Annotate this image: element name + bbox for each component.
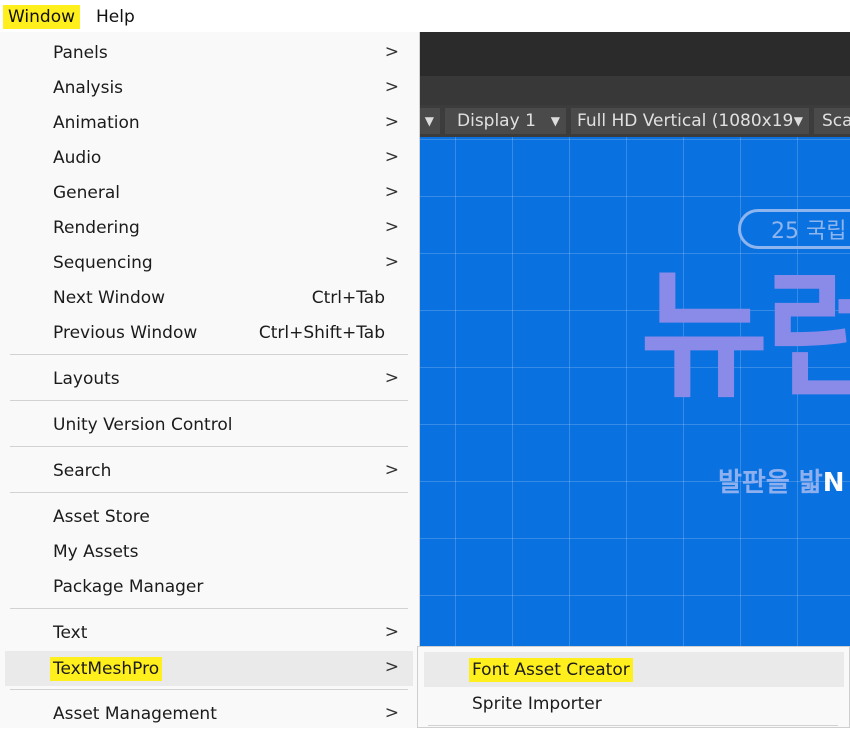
menu-separator xyxy=(10,608,408,609)
menu-separator xyxy=(10,354,408,355)
resolution-label: Full HD Vertical (1080x19 xyxy=(577,111,794,131)
menu-item-analysis[interactable]: Analysis > xyxy=(5,71,413,106)
menu-item-previous-window[interactable]: Previous Window Ctrl+Shift+Tab xyxy=(5,316,413,351)
menu-item-label: Package Manager xyxy=(53,577,204,597)
chevron-right-icon: > xyxy=(384,42,399,62)
submenu-item-sprite-importer[interactable]: Sprite Importer xyxy=(424,687,844,722)
chevron-right-icon: > xyxy=(384,182,399,202)
menu-separator xyxy=(10,400,408,401)
menu-separator xyxy=(428,725,838,726)
menu-item-label: Unity Version Control xyxy=(53,415,233,435)
menu-separator xyxy=(10,446,408,447)
display-dropdown[interactable]: Display 1 ▼ xyxy=(445,108,566,134)
game-badge: 25 국립 xyxy=(738,209,850,249)
menu-item-label: Layouts xyxy=(53,369,120,389)
menu-item-rendering[interactable]: Rendering > xyxy=(5,211,413,246)
game-headline: 뉴런 xyxy=(640,255,850,418)
menu-item-textmeshpro[interactable]: TextMeshPro > xyxy=(5,651,413,686)
menu-item-next-window[interactable]: Next Window Ctrl+Tab xyxy=(5,281,413,316)
chevron-right-icon: > xyxy=(384,77,399,97)
submenu-item-label: Font Asset Creator xyxy=(469,658,633,682)
chevron-right-icon: > xyxy=(384,112,399,132)
menu-item-asset-management[interactable]: Asset Management > xyxy=(5,697,413,732)
menu-item-label: TextMeshPro xyxy=(50,657,163,681)
editor-area: ▼ Display 1 ▼ Full HD Vertical (1080x19 … xyxy=(418,32,850,728)
menu-item-label: Animation xyxy=(53,113,140,133)
menu-item-shortcut: Ctrl+Shift+Tab xyxy=(258,323,385,343)
menu-item-layouts[interactable]: Layouts > xyxy=(5,362,413,397)
game-subline-accent: N xyxy=(822,468,845,498)
chevron-right-icon: > xyxy=(384,703,399,723)
menu-item-label: My Assets xyxy=(53,542,139,562)
textmeshpro-submenu: Font Asset Creator Sprite Importer xyxy=(417,646,850,728)
chevron-right-icon: > xyxy=(384,657,399,677)
menu-item-label: Text xyxy=(53,623,88,643)
caret-down-icon: ▼ xyxy=(550,114,560,128)
menu-item-label: Previous Window xyxy=(53,323,198,343)
menu-item-animation[interactable]: Animation > xyxy=(5,106,413,141)
chevron-right-icon: > xyxy=(384,368,399,388)
chevron-right-icon: > xyxy=(384,460,399,480)
submenu-item-font-asset-creator[interactable]: Font Asset Creator xyxy=(424,652,844,687)
menu-help[interactable]: Help xyxy=(91,5,140,29)
menu-item-label: General xyxy=(53,183,120,203)
game-view-toolbar: ▼ Display 1 ▼ Full HD Vertical (1080x19 … xyxy=(418,105,850,137)
menu-item-my-assets[interactable]: My Assets xyxy=(5,535,413,570)
scale-label: Sca xyxy=(822,111,850,131)
menu-bar: Window Help xyxy=(0,0,850,33)
menu-window[interactable]: Window xyxy=(3,5,81,29)
caret-down-icon: ▼ xyxy=(793,114,803,128)
menu-item-general[interactable]: General > xyxy=(5,176,413,211)
editor-tab-strip xyxy=(418,76,850,106)
menu-item-sequencing[interactable]: Sequencing > xyxy=(5,246,413,281)
chevron-right-icon: > xyxy=(384,147,399,167)
menu-item-label: Asset Store xyxy=(53,507,150,527)
menu-item-label: Next Window xyxy=(53,288,166,308)
menu-separator xyxy=(10,492,408,493)
menu-item-unity-version-control[interactable]: Unity Version Control xyxy=(5,408,413,443)
chevron-right-icon: > xyxy=(384,217,399,237)
aspect-dropdown[interactable]: ▼ xyxy=(418,108,440,134)
menu-item-search[interactable]: Search > xyxy=(5,454,413,489)
menu-separator xyxy=(10,689,408,690)
menu-item-package-manager[interactable]: Package Manager xyxy=(5,570,413,605)
menu-item-shortcut: Ctrl+Tab xyxy=(311,288,385,308)
menu-item-label: Rendering xyxy=(53,218,140,238)
scale-slider[interactable]: Sca xyxy=(814,108,850,134)
menu-item-label: Audio xyxy=(53,148,102,168)
menu-item-label: Search xyxy=(53,461,112,481)
menu-item-text[interactable]: Text > xyxy=(5,616,413,651)
game-view: 25 국립 뉴런 발판을 밟N xyxy=(418,137,850,647)
chevron-right-icon: > xyxy=(384,252,399,272)
menu-item-label: Sequencing xyxy=(53,253,153,273)
menu-item-label: Analysis xyxy=(53,78,124,98)
window-menu: Panels > Analysis > Animation > Audio > Gene… xyxy=(0,32,420,728)
chevron-right-icon: > xyxy=(384,622,399,642)
submenu-item-label: Sprite Importer xyxy=(472,694,602,714)
resolution-dropdown[interactable]: Full HD Vertical (1080x19 ▼ xyxy=(571,108,809,134)
menu-item-label: Panels xyxy=(53,43,108,63)
menu-item-audio[interactable]: Audio > xyxy=(5,141,413,176)
game-subline-text: 발판을 밟 xyxy=(718,468,823,498)
game-subline: 발판을 밟N xyxy=(718,462,845,499)
caret-down-icon: ▼ xyxy=(424,114,434,128)
menu-item-label: Asset Management xyxy=(53,704,217,724)
menu-item-panels[interactable]: Panels > xyxy=(5,36,413,71)
menu-item-asset-store[interactable]: Asset Store xyxy=(5,500,413,535)
display-label: Display 1 xyxy=(457,111,536,131)
